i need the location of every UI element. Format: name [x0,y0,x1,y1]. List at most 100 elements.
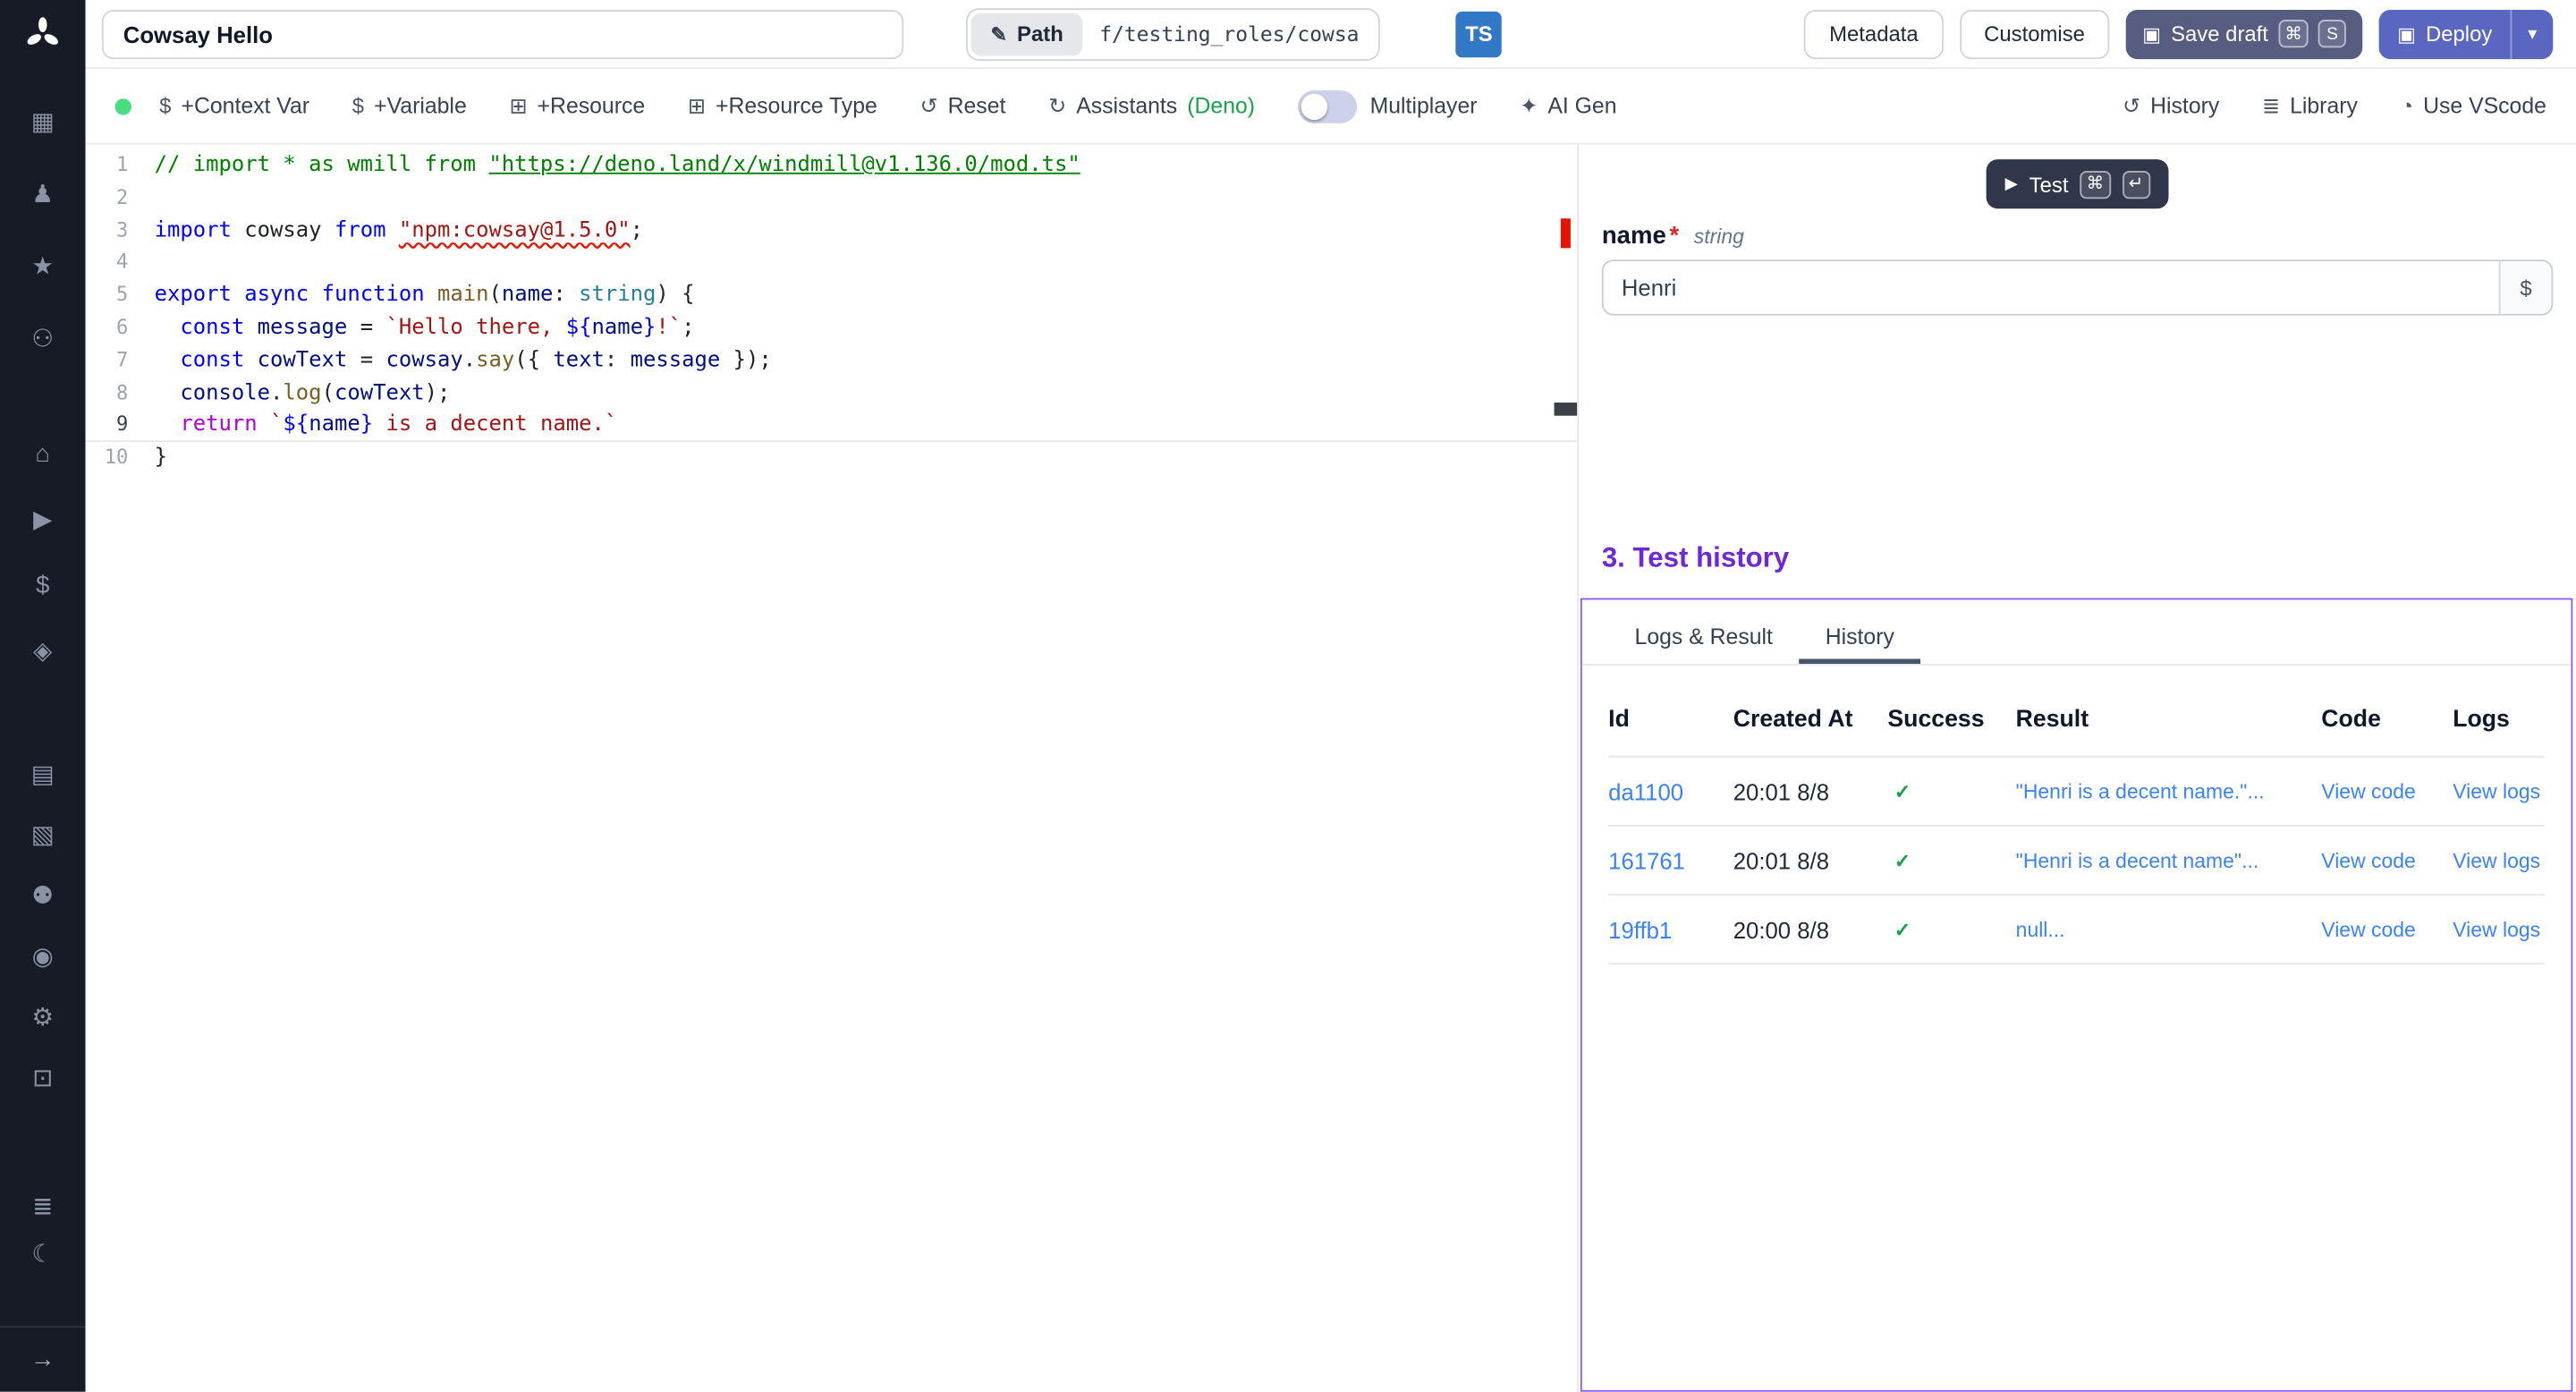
code-line[interactable]: 6 const message = `Hello there, ${name}!… [86,312,1578,344]
script-name-input[interactable] [102,9,903,58]
runs-icon[interactable]: ▶ [26,503,59,536]
user-icon[interactable]: ♟ [26,177,59,210]
tab-history[interactable]: History [1799,609,1920,664]
favorites-icon[interactable]: ★ [26,250,59,283]
clock-icon: ↺ [2123,93,2140,119]
folders-icon[interactable]: ▧ [26,819,59,852]
col-success: Success [1887,706,2015,732]
line-number: 1 [86,149,155,182]
assistants-button[interactable]: ↻ Assistants (Deno) [1048,93,1255,119]
customise-button[interactable]: Customise [1960,9,2110,58]
argument-label-row: name * string [1579,222,2576,250]
typescript-badge-label: TS [1465,21,1493,47]
windmill-logo-svg [25,16,61,52]
result-link[interactable]: null... [2016,918,2322,941]
code-line[interactable]: 2 [86,182,1578,215]
id-link[interactable]: 161761 [1608,847,1733,873]
expand-sidebar-button[interactable]: → [0,1326,86,1391]
view-logs-link[interactable]: View logs [2453,849,2545,872]
add-context-var-button[interactable]: $ +Context Var [159,94,309,119]
right-panel: ▶ Test ⌘ ↵ name * string $ 3. Test histo… [1577,145,2576,1392]
code-line[interactable]: 1// import * as wmill from "https://deno… [86,149,1578,182]
save-draft-button[interactable]: ▣ Save draft ⌘ S [2126,9,2363,58]
sparkle-icon: ✦ [1520,93,1538,119]
windmill-logo-icon[interactable] [25,0,61,69]
sidebar-icon-groups: ▦ ♟ ★ ⚇ ⌂ ▶ $ ◈ ▤ ▧ ⚉ ◉ ⚙ ⊡ ≣ ☾ [26,69,59,1270]
view-logs-link[interactable]: View logs [2453,780,2545,803]
col-logs: Logs [2453,706,2545,732]
deploy-button[interactable]: ▣ Deploy [2379,9,2511,58]
line-number: 3 [86,215,155,247]
view-code-link[interactable]: View code [2321,918,2453,941]
schedules-icon[interactable]: ▤ [26,758,59,791]
home-icon[interactable]: ⌂ [26,437,59,471]
dark-mode-icon[interactable]: ☾ [26,1237,59,1270]
editor-toolbar: $ +Context Var $ +Variable ⊞ +Resource ⊞… [86,69,2576,144]
topbar: ✎ Path TS Metadata Customise ▣ Save draf… [86,0,2576,69]
pencil-icon: ✎ [991,22,1007,46]
save-icon: ▣ [2142,22,2161,46]
chevron-down-icon: ▾ [2528,23,2537,45]
path-button[interactable]: ✎ Path [971,13,1083,55]
result-link[interactable]: "Henri is a decent name"... [2016,849,2322,872]
users-icon[interactable]: ⚇ [26,322,59,355]
insert-variable-button[interactable]: $ [2499,261,2552,314]
success-check-icon: ✓ [1887,849,2015,872]
docs-icon[interactable]: ≣ [26,1190,59,1223]
code-line[interactable]: 9 return `${name} is a decent name.` [86,410,1578,442]
dollar-icon: $ [159,94,171,119]
view-code-link[interactable]: View code [2321,849,2453,872]
main-column: ✎ Path TS Metadata Customise ▣ Save draf… [86,0,2576,1392]
ai-gen-button[interactable]: ✦ AI Gen [1520,93,1616,119]
status-dot [115,98,131,114]
save-draft-label: Save draft [2171,21,2268,47]
add-resource-button[interactable]: ⊞ +Resource [510,93,646,119]
line-number: 6 [86,312,155,344]
resources-icon[interactable]: ◈ [26,634,59,667]
id-link[interactable]: da1100 [1608,778,1733,804]
workers-icon[interactable]: ⊡ [26,1062,59,1095]
code-text: } [155,442,167,474]
history-tabs: Logs & Result History [1582,599,2572,665]
reset-label: Reset [948,94,1006,119]
settings-icon[interactable]: ⚙ [26,1001,59,1034]
tab-logs-result[interactable]: Logs & Result [1608,609,1799,664]
metadata-button[interactable]: Metadata [1805,9,1944,58]
overview-ruler[interactable] [1555,145,1578,1392]
line-number: 2 [86,182,155,215]
code-line[interactable]: 3import cowsay from "npm:cowsay@1.5.0"; [86,215,1578,247]
code-line[interactable]: 8 console.log(cowText); [86,378,1578,410]
add-resource-type-button[interactable]: ⊞ +Resource Type [688,93,877,119]
view-logs-link[interactable]: View logs [2453,918,2545,941]
col-id: Id [1608,706,1733,732]
code-line[interactable]: 4 [86,247,1578,279]
reset-button[interactable]: ↺ Reset [920,93,1006,119]
package-icon: ⊞ [688,93,706,119]
deploy-dropdown-button[interactable]: ▾ [2511,9,2554,58]
test-button[interactable]: ▶ Test ⌘ ↵ [1987,159,2167,208]
apps-icon[interactable]: ▦ [26,106,59,139]
code-editor[interactable]: 1// import * as wmill from "https://deno… [86,145,1578,1392]
argument-type: string [1694,225,1744,249]
argument-name: name [1602,222,1666,250]
code-line[interactable]: 10} [86,442,1578,474]
view-code-link[interactable]: View code [2321,780,2453,803]
argument-input[interactable] [1602,259,2553,315]
id-link[interactable]: 19ffb1 [1608,916,1733,942]
history-button[interactable]: ↺ History [2123,93,2219,119]
use-vscode-button[interactable]: ◔ Use VScode [2401,94,2546,119]
variables-icon[interactable]: $ [26,569,59,602]
code-line[interactable]: 7 const cowText = cowsay.say({ text: mes… [86,344,1578,377]
library-button[interactable]: ≣ Library [2262,93,2358,119]
cmd-key-badge: ⌘ [2080,170,2110,198]
test-label: Test [2029,172,2069,197]
groups-icon[interactable]: ⚉ [26,879,59,912]
test-history-heading: 3. Test history [1602,542,2553,575]
path-input[interactable] [1083,21,1376,47]
add-variable-button[interactable]: $ +Variable [352,94,467,119]
audit-logs-icon[interactable]: ◉ [26,940,59,973]
result-link[interactable]: "Henri is a decent name."... [2016,780,2322,803]
multiplayer-toggle[interactable] [1298,89,1357,123]
code-line[interactable]: 5export async function main(name: string… [86,280,1578,312]
line-number: 10 [86,442,155,474]
